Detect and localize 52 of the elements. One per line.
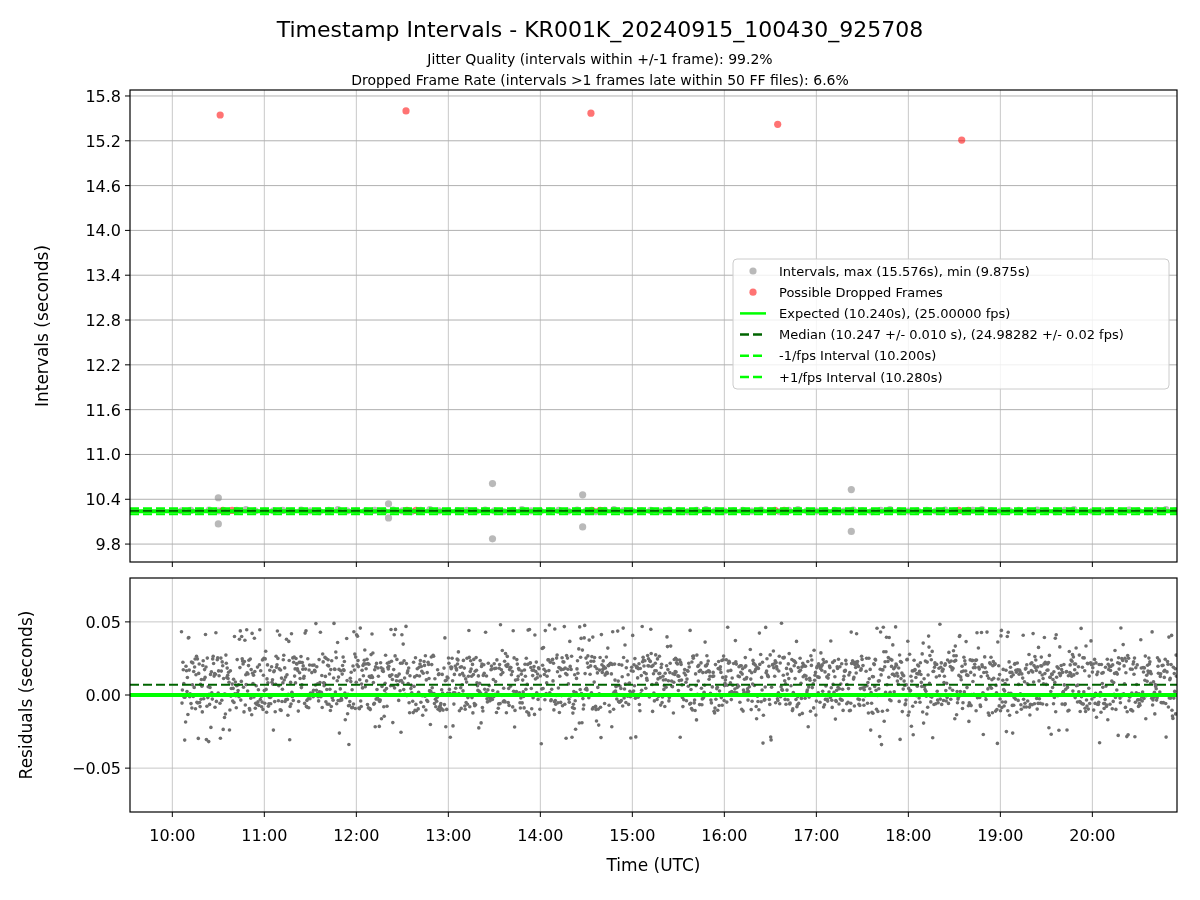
legend-label: -1/fps Interval (10.200s): [779, 348, 937, 364]
x-tick-label: 11:00: [241, 826, 288, 845]
data-point: [579, 491, 587, 499]
data-point: [214, 520, 222, 528]
data-point: [587, 109, 595, 117]
x-tick-label: 20:00: [1069, 826, 1116, 845]
legend-marker-icon: [749, 267, 757, 275]
legend-marker-icon: [749, 288, 757, 296]
x-tick-label: 15:00: [609, 826, 656, 845]
y-tick-label: 0.00: [85, 686, 121, 705]
y-tick-label: 12.2: [85, 355, 121, 375]
y-tick-label: 12.8: [85, 311, 121, 331]
legend-label: Intervals, max (15.576s), min (9.875s): [779, 263, 1030, 279]
data-point: [214, 494, 222, 502]
data-point: [579, 523, 587, 531]
y-tick-label: −0.05: [71, 759, 121, 779]
y-tick-label: 14.6: [85, 176, 121, 196]
y-tick-label: 0.05: [85, 612, 121, 632]
x-tick-label: 13:00: [425, 826, 472, 845]
legend-label: +1/fps Interval (10.280s): [779, 369, 943, 385]
chart-title: Timestamp Intervals - KR001K_20240915_100430_925708: [276, 17, 924, 42]
data-point: [216, 111, 224, 119]
y-tick-label: 11.0: [85, 445, 121, 465]
x-tick-label: 19:00: [977, 826, 1024, 845]
legend-label: Expected (10.240s), (25.00000 fps): [779, 305, 1011, 321]
y-tick-label: 15.2: [85, 131, 121, 151]
data-point: [847, 485, 855, 494]
chart-subtitle: Dropped Frame Rate (intervals >1 frames late within 50 FF files): 6.6%: [351, 72, 849, 88]
legend-label: Median (10.247 +/- 0.010 s), (24.98282 +/- 0.02 fps): [779, 327, 1124, 343]
data-point: [402, 107, 410, 115]
x-tick-label: 12:00: [333, 826, 380, 845]
data-point: [488, 480, 497, 488]
y-axis-label: Residuals (seconds): [16, 610, 36, 780]
x-tick-label: 10:00: [149, 826, 196, 845]
x-tick-label: 17:00: [793, 826, 840, 845]
x-tick-label: 14:00: [517, 826, 564, 845]
data-point: [488, 535, 497, 543]
data-point: [958, 136, 966, 144]
chart-subtitle: Jitter Quality (intervals within +/-1 frame): 99.2%: [427, 51, 773, 67]
y-tick-label: 10.4: [85, 490, 121, 510]
legend-label: Possible Dropped Frames: [779, 284, 943, 300]
data-point: [774, 120, 782, 128]
y-tick-label: 14.0: [85, 221, 121, 241]
y-tick-label: 15.8: [85, 86, 121, 106]
x-axis-label: Time (UTC): [606, 855, 701, 875]
y-tick-label: 9.8: [95, 535, 121, 555]
y-axis-label: Intervals (seconds): [32, 244, 52, 408]
data-point: [847, 527, 855, 535]
x-tick-label: 18:00: [885, 826, 932, 845]
y-tick-label: 11.6: [85, 400, 121, 420]
y-tick-label: 13.4: [85, 266, 121, 286]
x-tick-label: 16:00: [701, 826, 748, 845]
